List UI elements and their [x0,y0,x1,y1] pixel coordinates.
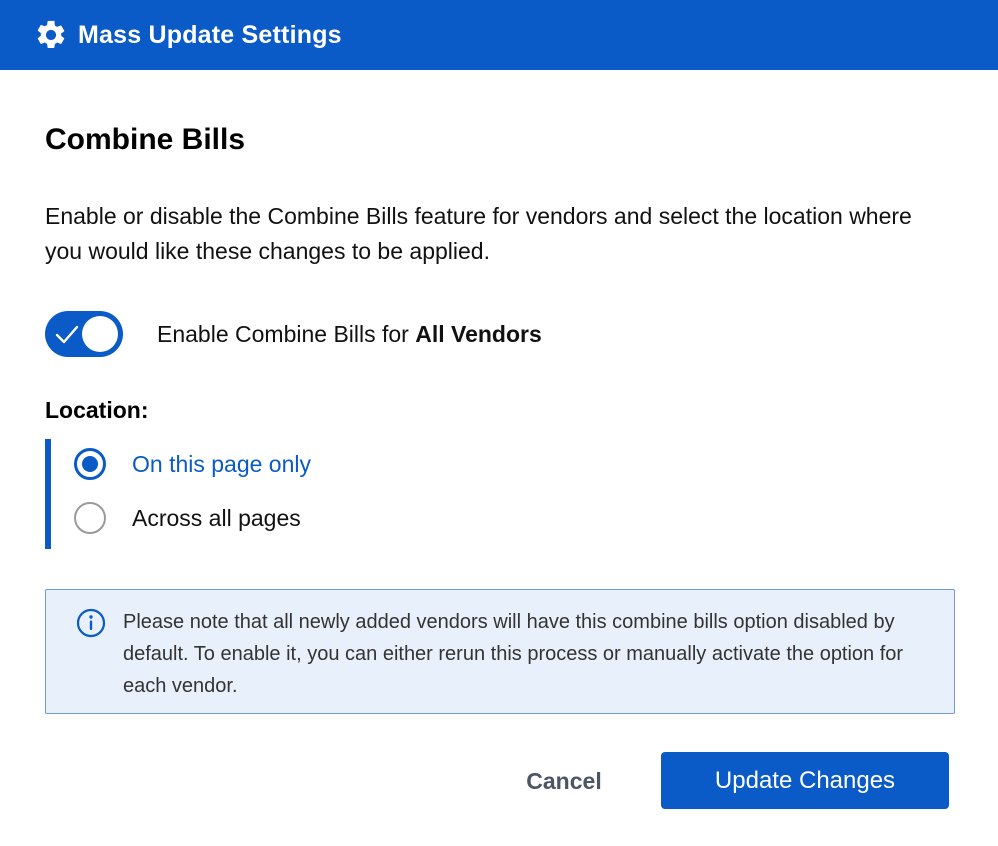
gear-icon [34,18,68,52]
radio-button-selected[interactable] [74,448,106,480]
toggle-label: Enable Combine Bills for All Vendors [157,321,542,348]
combine-bills-toggle[interactable] [45,311,123,357]
checkmark-icon [55,325,79,344]
toggle-knob [82,316,118,352]
mass-update-settings-dialog: Mass Update Settings Combine Bills Enabl… [0,0,998,846]
section-title: Combine Bills [45,123,246,156]
combine-bills-toggle-row: Enable Combine Bills for All Vendors [45,311,542,357]
dialog-title: Mass Update Settings [78,20,342,49]
radio-label-this-page: On this page only [132,450,312,477]
section-description: Enable or disable the Combine Bills feat… [45,203,912,264]
radio-button-unselected[interactable] [74,502,106,534]
dialog-header: Mass Update Settings [0,0,998,70]
cancel-button[interactable]: Cancel [505,754,623,808]
toggle-label-prefix: Enable Combine Bills for [157,320,416,347]
notice-text: Please note that all newly added vendors… [123,611,904,697]
info-icon [76,608,106,638]
radio-option-this-page[interactable]: On this page only [74,448,311,480]
toggle-label-bold: All Vendors [415,320,542,347]
radio-label-all-pages: Across all pages [132,504,301,531]
info-notice: Please note that all newly added vendors… [45,589,955,714]
update-changes-button[interactable]: Update Changes [661,752,949,809]
location-radio-group: On this page only Across all pages [45,439,445,549]
location-label: Location: [45,397,149,423]
radio-option-all-pages[interactable]: Across all pages [74,502,301,534]
